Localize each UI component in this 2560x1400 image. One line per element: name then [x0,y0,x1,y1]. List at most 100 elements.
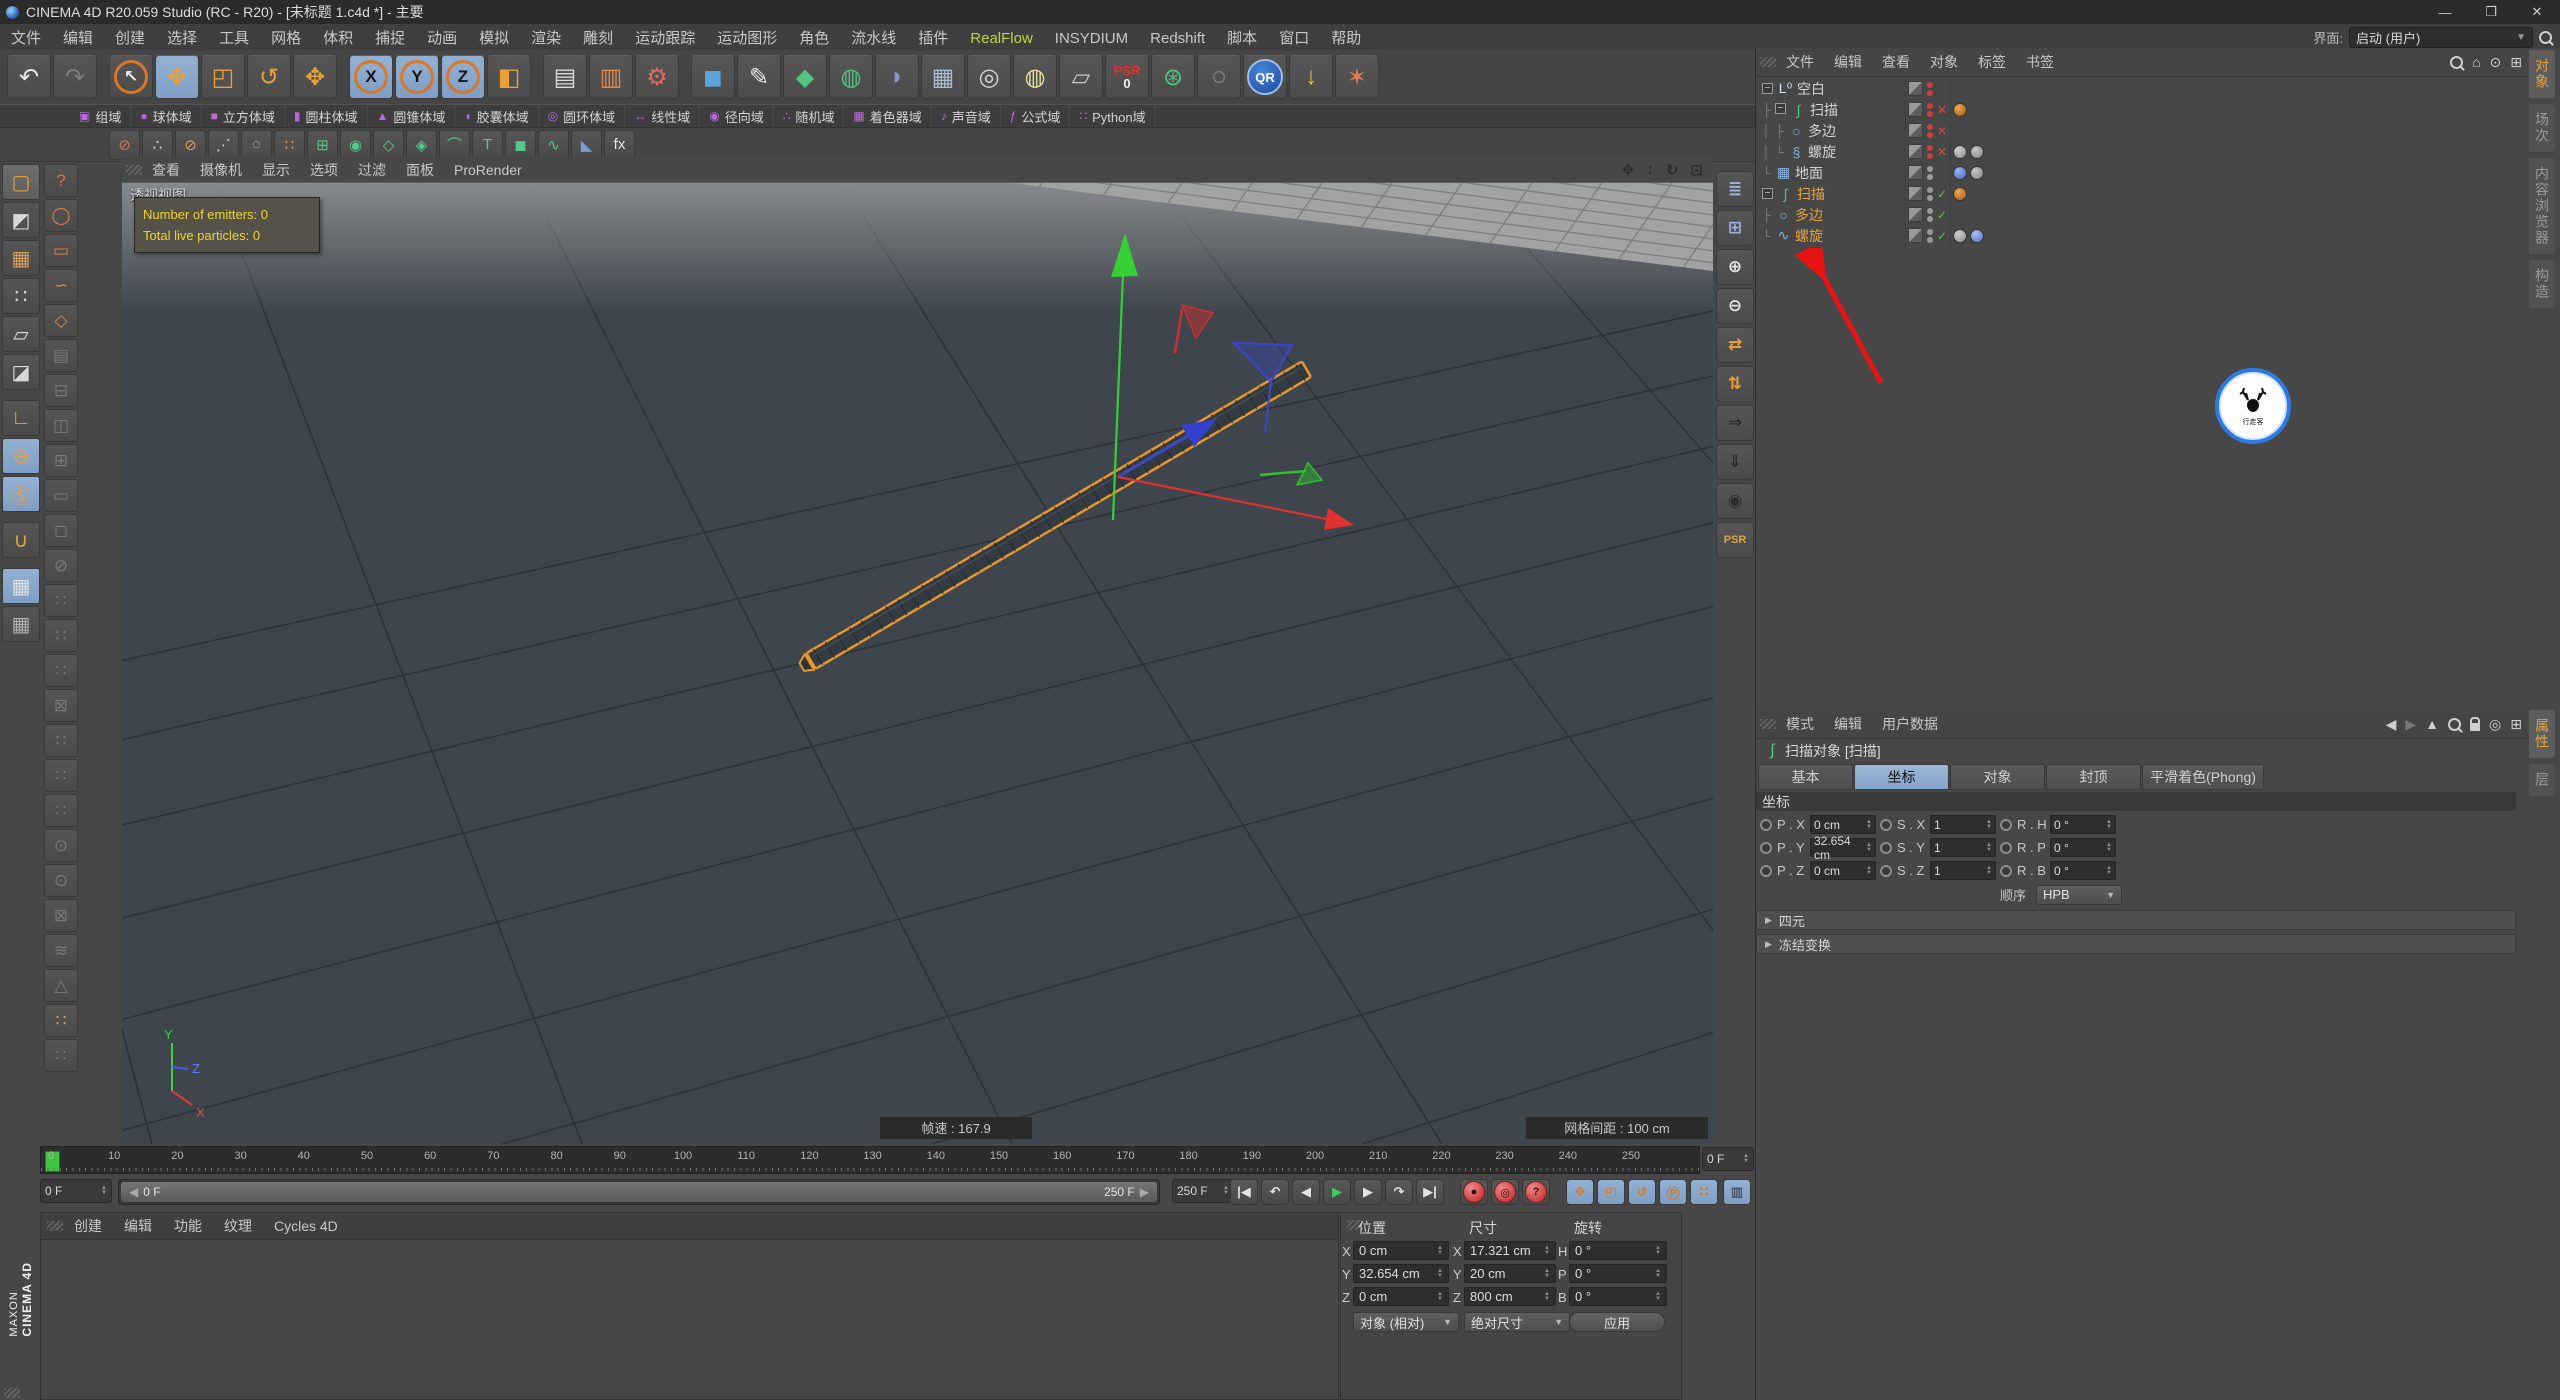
menu-item-Redshift[interactable]: Redshift [1139,30,1216,47]
random-field-button[interactable]: ∴随机域 [774,105,845,127]
mesh-cmd-6-icon[interactable]: ◻ [44,514,78,547]
object-name[interactable]: 空白 [1797,79,1825,99]
spinner-arrows-icon[interactable]: ▲▼ [1655,1292,1661,1302]
visibility-dots[interactable] [1927,101,1934,119]
xp-text-icon[interactable]: T [472,130,503,160]
field-sphere-icon[interactable]: ◌ [1197,55,1241,99]
spinner-arrows-icon[interactable]: ▲▼ [2106,820,2112,830]
object-name[interactable]: 多边 [1795,205,1823,225]
go-to-next-frame-button[interactable]: ▶ [1354,1179,1382,1205]
menu-item-显示[interactable]: 显示 [252,162,300,178]
spinner-arrows-icon[interactable]: ▲▼ [1223,1186,1229,1196]
xp-glass-icon[interactable]: ◈ [406,130,437,160]
range-end-spinner[interactable]: 250 F ▲▼ [1172,1179,1234,1203]
am-back-icon[interactable]: ◀ [2386,716,2397,733]
spinner-arrows-icon[interactable]: ▲▼ [1866,866,1872,876]
current-frame-spinner[interactable]: 0 F ▲▼ [1702,1147,1754,1171]
points-eye-2-icon[interactable]: ⊙ [44,864,78,897]
spinner-arrows-icon[interactable]: ▲▼ [1986,843,1992,853]
render-view-icon[interactable]: ▤ [543,55,587,99]
panel-grip[interactable] [1760,57,1776,67]
coord-input[interactable]: 32.654 cm▲▼ [1353,1264,1449,1283]
torus-field-button[interactable]: ◎圆环体域 [539,105,626,127]
keyframe-dot-icon[interactable] [1880,842,1892,854]
move-tool-icon[interactable]: ✥ [155,55,199,99]
menu-item-文件[interactable]: 文件 [0,30,52,47]
cylinder-field-button[interactable]: ▮圆柱体域 [285,105,368,127]
tree-row[interactable]: ├○多边✓ [1756,204,2528,225]
arrange-right-icon[interactable]: ⇒ [1716,405,1754,441]
attribute-tab-坐标[interactable]: 坐标 [1854,764,1949,790]
minimize-button[interactable]: — [2422,0,2468,24]
lasso-select-icon[interactable]: ∽ [44,269,78,302]
menu-item-工具[interactable]: 工具 [208,30,260,47]
om-eye-icon[interactable]: ⊙ [2490,54,2502,71]
collapsed-section-四元[interactable]: ▶四元 [1756,910,2516,930]
lock-x-axis-icon[interactable]: X [349,55,393,99]
menu-item-模拟[interactable]: 模拟 [468,30,520,47]
dolly-view-icon[interactable]: ↕ [1646,161,1654,178]
magic-download-icon[interactable]: ↓ [1289,55,1333,99]
sail-icon[interactable]: ◣ [571,130,602,160]
cone-field-button[interactable]: ▲圆锥体域 [368,105,456,127]
menu-item-查看[interactable]: 查看 [1872,54,1920,70]
bodypaint-icon[interactable]: ✶ [1335,55,1379,99]
menu-item-纹理[interactable]: 纹理 [213,1218,263,1234]
menu-item-流水线[interactable]: 流水线 [840,30,907,47]
visibility-dots[interactable] [1927,122,1934,140]
floor-environment-icon[interactable]: ▦ [921,55,965,99]
sound-field-button[interactable]: ♪声音域 [932,105,1001,127]
formula-field-button[interactable]: ƒ公式域 [1001,105,1071,127]
coord-input[interactable]: 0 °▲▼ [1569,1241,1667,1260]
panel-tab-内容浏览器[interactable]: 内容浏览器 [2529,158,2555,254]
timeline-window-icon[interactable]: ▥ [1723,1179,1751,1205]
redo-icon[interactable]: ↷ [53,55,97,99]
range-right-arrow-icon[interactable]: ▶ [1140,1185,1149,1199]
attribute-tab-封顶[interactable]: 封顶 [2046,764,2141,790]
dots-path-icon[interactable]: ⋰ [208,130,239,160]
poly-select-icon[interactable]: ◇ [44,304,78,337]
spinner-arrows-icon[interactable]: ▲▼ [1743,1154,1749,1164]
lock-z-axis-icon[interactable]: Z [441,55,485,99]
apply-button[interactable]: 应用 [1569,1312,1665,1332]
edges-mode-icon[interactable]: ▱ [2,316,40,352]
go-to-previous-key-button[interactable]: ↶ [1261,1179,1289,1205]
menu-item-模式[interactable]: 模式 [1776,716,1824,732]
mesh-cmd-5-icon[interactable]: ▭ [44,479,78,512]
expand-toggle-icon[interactable]: − [1762,83,1773,94]
points-down-icon[interactable]: ∷ [44,794,78,827]
spray-disabled-icon[interactable]: ⊘ [175,130,206,160]
visibility-dots[interactable] [1927,185,1934,203]
workplane-lock-icon[interactable]: ▦ [2,568,40,604]
xp-cube-points-icon[interactable]: ⊞ [307,130,338,160]
mograph-icon[interactable]: ⊛ [1151,55,1195,99]
menu-item-帮助[interactable]: 帮助 [1320,30,1372,47]
render-picture-viewer-icon[interactable]: ▥ [589,55,633,99]
key-parameter-toggle[interactable]: Ⓟ [1659,1179,1687,1205]
dots-circle-icon[interactable]: ◌ [241,130,272,160]
psr-icon[interactable]: PSR0 [1105,55,1149,99]
menu-item-RealFlow[interactable]: RealFlow [959,30,1044,47]
magnet-icon[interactable]: ∪ [2,522,40,558]
spherical-field-button[interactable]: ●球体域 [131,105,201,127]
play-forwards-button[interactable]: ▶ [1323,1179,1351,1205]
coord-input[interactable]: 0 °▲▼ [1569,1264,1667,1283]
snap-icon[interactable]: Ⓢ [2,476,40,512]
key-scale-toggle[interactable]: ◰ [1597,1179,1625,1205]
spinner-arrows-icon[interactable]: ▲▼ [1544,1246,1550,1256]
menu-item-摄像机[interactable]: 摄像机 [190,162,252,178]
menu-item-用户数据[interactable]: 用户数据 [1872,716,1948,732]
panel-tab-层[interactable]: 层 [2529,764,2555,796]
simulate-icon[interactable]: ◗ [875,55,919,99]
texture-mode-icon[interactable]: ▦ [2,240,40,276]
maximize-button[interactable]: ❐ [2468,0,2514,24]
field-input[interactable]: 1▲▼ [1930,815,1996,834]
menu-item-功能[interactable]: 功能 [163,1218,213,1234]
key-rotation-toggle[interactable]: ↺ [1628,1179,1656,1205]
menu-item-创建[interactable]: 创建 [104,30,156,47]
menu-item-编辑[interactable]: 编辑 [52,30,104,47]
attribute-tab-基本[interactable]: 基本 [1758,764,1853,790]
scale-tool-icon[interactable]: ◰ [201,55,245,99]
help-icon[interactable]: ? [44,164,78,197]
spinner-arrows-icon[interactable]: ▲▼ [1986,820,1992,830]
